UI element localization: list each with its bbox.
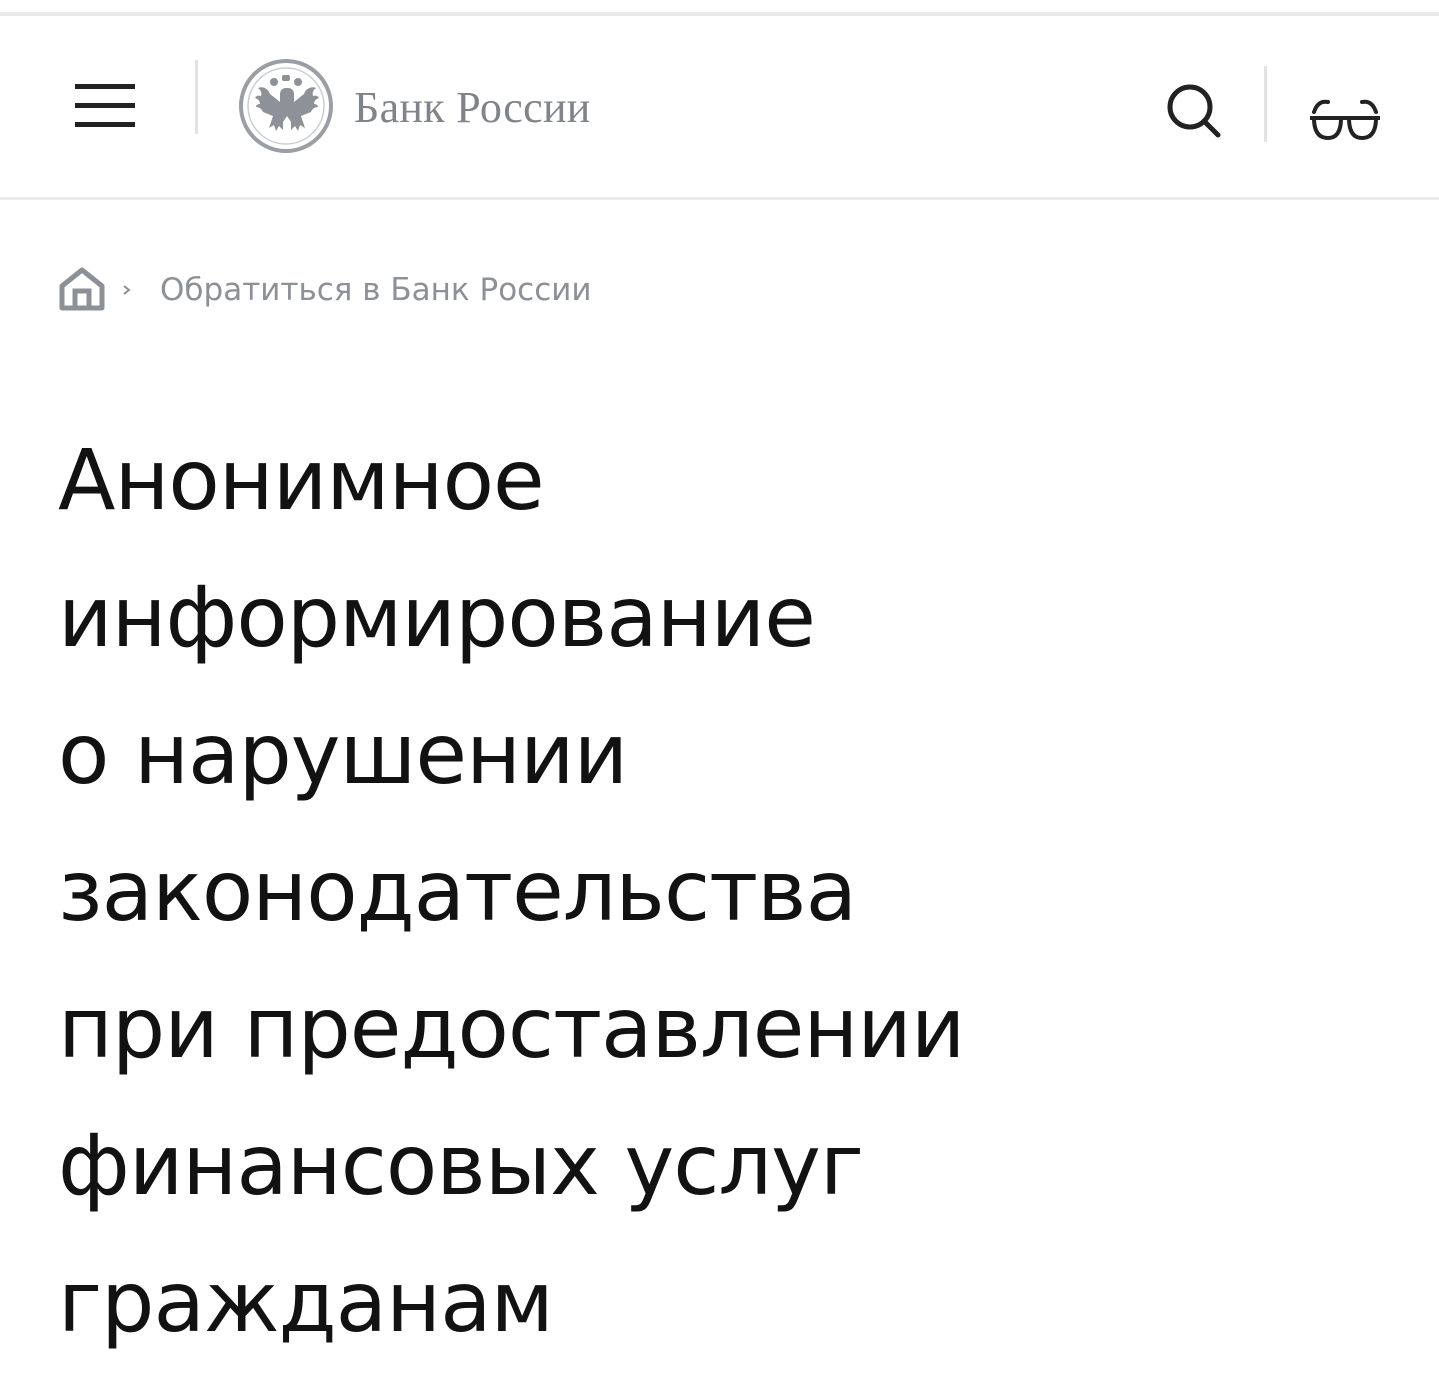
- page-title-line: информирование: [58, 568, 816, 666]
- bank-emblem-icon[interactable]: [238, 58, 334, 154]
- header-divider: [195, 60, 198, 134]
- header-divider-right: [1264, 66, 1267, 142]
- page-title: Анонимное информирование о нарушении зак…: [58, 412, 1398, 1371]
- page-title-line: Анонимное: [58, 431, 545, 529]
- chevron-right-icon: [123, 285, 131, 295]
- hamburger-menu-icon[interactable]: [75, 84, 135, 132]
- page-title-line: при предоставлении: [58, 979, 966, 1077]
- home-icon[interactable]: [58, 266, 106, 312]
- page-title-line: законодательства: [58, 842, 857, 940]
- page-title-line: о нарушении: [58, 705, 628, 803]
- page-title-line: финансовых услуг: [58, 1116, 864, 1214]
- breadcrumb-item-contact-bank[interactable]: Обратиться в Банк России: [160, 270, 592, 310]
- search-icon[interactable]: [1163, 80, 1223, 140]
- page-title-line: гражданам: [58, 1253, 554, 1351]
- site-header: Банк России: [0, 16, 1439, 200]
- logo-text[interactable]: Банк России: [354, 82, 591, 134]
- breadcrumb: Обратиться в Банк России: [58, 264, 758, 314]
- glasses-icon[interactable]: [1308, 96, 1382, 146]
